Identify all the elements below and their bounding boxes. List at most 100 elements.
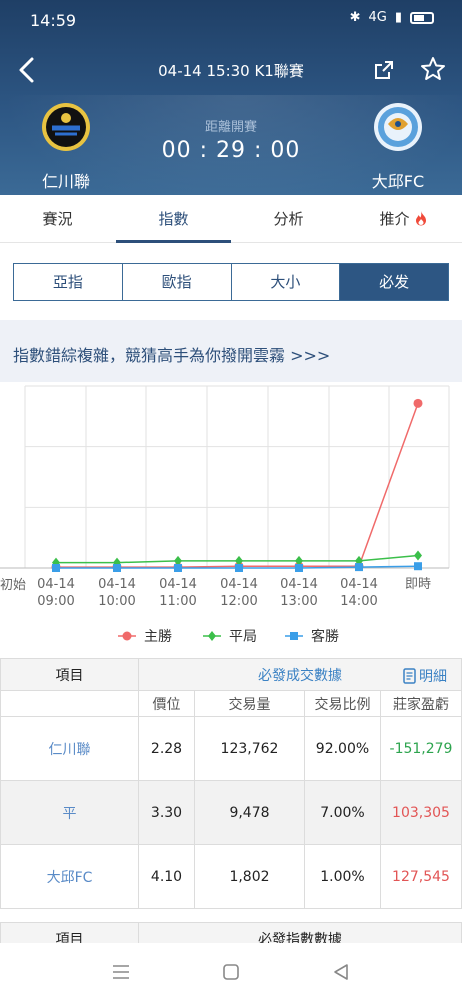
header-betfair-label: 必發成交數據 xyxy=(258,667,342,684)
row-volume: 1,802 xyxy=(194,844,305,909)
betfair-volume-chart: 初始 04-14 09:00 04-14 10:00 04-14 11:00 04-14 12:… xyxy=(0,385,450,645)
data-point xyxy=(413,398,423,408)
data-point xyxy=(113,564,121,572)
row-price: 3.30 xyxy=(138,780,195,845)
odds-type-selector: 亞指 歐指 大小 必发 xyxy=(13,263,449,301)
x-tick-label: 即時 xyxy=(405,577,431,592)
row-name[interactable]: 平 xyxy=(0,780,139,845)
x-tick-label-line: 09:00 xyxy=(37,594,74,609)
data-point xyxy=(295,564,303,572)
data-point xyxy=(52,564,60,572)
data-point xyxy=(235,564,243,572)
tab-recommend-label: 推介 xyxy=(379,210,410,228)
tab-bar: 賽況 指數 分析 推介 xyxy=(0,195,462,243)
betfair-trade-table: 項目 必發成交數據 明細 價位 交易量 交易比例 莊家盈虧 仁川聯 2.28 1… xyxy=(0,658,462,909)
legend-label: 客勝 xyxy=(311,628,339,645)
row-ratio: 7.00% xyxy=(304,780,381,845)
data-point xyxy=(414,550,422,561)
away-team[interactable]: 大邱FC xyxy=(338,102,458,192)
row-ratio: 92.00% xyxy=(304,716,381,781)
col-price: 價位 xyxy=(138,690,195,717)
row-name[interactable]: 大邱FC xyxy=(0,844,139,909)
tab-live[interactable]: 賽況 xyxy=(0,195,115,243)
away-team-name: 大邱FC xyxy=(371,172,425,191)
share-icon[interactable] xyxy=(372,58,396,82)
battery-icon xyxy=(410,11,434,24)
x-tick-label: 04-14 11:00 xyxy=(159,577,197,609)
data-point xyxy=(355,563,363,572)
x-tick-label-line: 14:00 xyxy=(340,594,377,609)
legend-marker xyxy=(122,631,132,641)
row-price: 2.28 xyxy=(138,716,195,781)
x-tick-label-line: 即時 xyxy=(405,577,431,592)
data-point xyxy=(174,564,182,572)
home-icon[interactable] xyxy=(221,962,241,982)
table-subheader-row: 價位 交易量 交易比例 莊家盈虧 xyxy=(0,690,462,717)
promo-link[interactable]: 指數錯綜複雜，競猜高手為你撥開雲霧 >>> xyxy=(13,342,330,366)
row-name[interactable]: 仁川聯 xyxy=(0,716,139,781)
signal-icon: ▮ xyxy=(394,10,402,25)
x-tick-label: 04-14 13:00 xyxy=(280,577,318,609)
row-ratio: 1.00% xyxy=(304,844,381,909)
row-profit-loss: -151,279 xyxy=(380,716,462,781)
back-icon[interactable] xyxy=(331,962,351,982)
row-profit-loss: 127,545 xyxy=(380,844,462,909)
x-tick-label-line: 11:00 xyxy=(159,594,196,609)
col-profit-loss: 莊家盈虧 xyxy=(380,690,462,717)
table-row: 仁川聯 2.28 123,762 92.00% -151,279 xyxy=(0,716,462,781)
header-betfair: 必發成交數據 明細 xyxy=(138,658,462,691)
promo-banner[interactable]: 指數錯綜複雜，競猜高手為你撥開雲霧 >>> xyxy=(0,320,462,382)
status-time: 14:59 xyxy=(30,11,77,30)
col-ratio: 交易比例 xyxy=(304,690,381,717)
favorite-star-icon[interactable] xyxy=(420,56,446,82)
legend-label: 平局 xyxy=(229,629,257,645)
tab-analysis[interactable]: 分析 xyxy=(231,195,346,243)
row-profit-loss: 103,305 xyxy=(380,780,462,845)
row-volume: 123,762 xyxy=(194,716,305,781)
x-tick-label-line: 04-14 xyxy=(37,577,75,592)
x-tick-label-line: 10:00 xyxy=(98,594,135,609)
segment-betfair[interactable]: 必发 xyxy=(340,264,448,300)
x-tick-label-line: 13:00 xyxy=(280,594,317,609)
flame-icon xyxy=(415,211,426,226)
x-tick-label: 04-14 09:00 xyxy=(37,577,75,609)
bluetooth-icon: ✱ xyxy=(349,10,361,25)
match-header: 14:59 ✱ 4G ▮ 04-14 15:30 K1聯賽 仁川聯 距離開賽 0… xyxy=(0,0,462,195)
away-team-logo-icon xyxy=(374,103,422,151)
table-row: 平 3.30 9,478 7.00% 103,305 xyxy=(0,780,462,845)
active-tab-indicator xyxy=(116,240,231,243)
x-tick-label-line: 04-14 xyxy=(98,577,136,592)
x-tick-label-line: 04-14 xyxy=(159,577,197,592)
table-row: 大邱FC 4.10 1,802 1.00% 127,545 xyxy=(0,844,462,909)
tab-odds[interactable]: 指數 xyxy=(116,195,231,243)
home-team-name: 仁川聯 xyxy=(41,172,90,191)
x-tick-label-line: 04-14 xyxy=(280,577,318,592)
segment-over-under[interactable]: 大小 xyxy=(232,264,341,300)
nav-bar: 04-14 15:30 K1聯賽 xyxy=(0,50,462,90)
series-line-0 xyxy=(56,403,419,568)
x-tick-label-line: 12:00 xyxy=(220,594,257,609)
legend-label: 主勝 xyxy=(144,629,172,645)
legend-marker xyxy=(290,632,298,640)
network-icon: 4G xyxy=(368,10,387,25)
row-volume: 9,478 xyxy=(194,780,305,845)
system-navigation-bar xyxy=(0,943,462,1000)
row-price: 4.10 xyxy=(138,844,195,909)
status-bar: 14:59 ✱ 4G ▮ xyxy=(0,0,462,40)
x-tick-label: 04-14 10:00 xyxy=(98,577,136,609)
x-tick-label-line: 04-14 xyxy=(220,577,258,592)
x-tick-label-line: 初始 xyxy=(0,578,26,593)
x-tick-label-line: 04-14 xyxy=(340,577,378,592)
details-label: 明細 xyxy=(419,669,447,685)
menu-icon[interactable] xyxy=(111,962,131,982)
x-tick-label: 04-14 12:00 xyxy=(220,577,258,609)
tab-recommend[interactable]: 推介 xyxy=(346,195,461,243)
details-link[interactable]: 明細 xyxy=(403,666,447,686)
legend-marker xyxy=(208,631,216,641)
table-header-row: 項目 必發成交數據 明細 xyxy=(0,658,462,691)
segment-european-odds[interactable]: 歐指 xyxy=(123,264,232,300)
status-icons: ✱ 4G ▮ xyxy=(350,10,434,25)
x-tick-label: 04-14 14:00 xyxy=(340,577,378,609)
document-icon xyxy=(403,668,416,684)
segment-asian-handicap[interactable]: 亞指 xyxy=(14,264,123,300)
